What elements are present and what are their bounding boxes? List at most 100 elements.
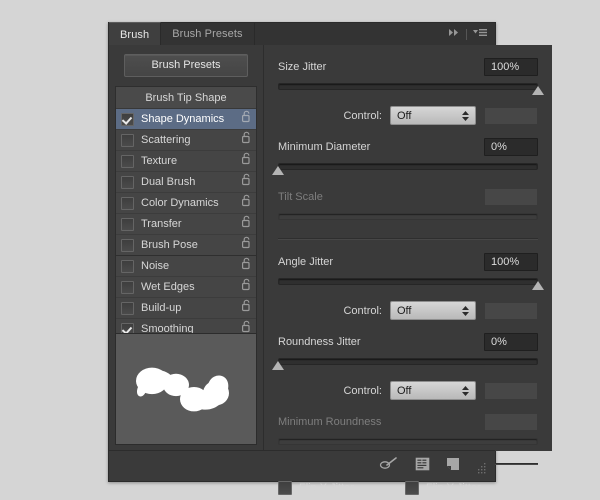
tab-brush[interactable]: Brush (109, 22, 161, 45)
list-item-label: Scattering (141, 134, 241, 146)
brush-presets-button[interactable]: Brush Presets (124, 54, 248, 77)
roundness-control-value: Off (397, 385, 411, 397)
list-item-label: Transfer (141, 218, 241, 230)
new-brush-icon[interactable] (446, 457, 460, 476)
checkbox-flip-x-jitter[interactable] (278, 481, 292, 495)
flip-options: Flip X Jitter Flip Y Jitter Brush Projec… (278, 481, 538, 500)
angle-control-select[interactable]: Off (390, 301, 476, 320)
size-jitter-slider[interactable] (278, 81, 538, 95)
angle-control-value: Off (397, 305, 411, 317)
angle-jitter-row: Angle Jitter 100% (278, 252, 538, 272)
checkbox-color-dynamics[interactable] (121, 197, 134, 210)
flip-y-jitter-label: Flip Y Jitter (426, 482, 532, 494)
angle-jitter-slider[interactable] (278, 276, 538, 290)
minimum-diameter-slider[interactable] (278, 161, 538, 175)
checkbox-dual-brush[interactable] (121, 176, 134, 189)
list-item-transfer[interactable]: Transfer (116, 214, 256, 235)
list-item-color-dynamics[interactable]: Color Dynamics (116, 193, 256, 214)
roundness-jitter-slider[interactable] (278, 356, 538, 370)
double-chevron-right-icon[interactable] (447, 25, 461, 43)
angle-control-row: Control: Off (278, 301, 538, 320)
screen: Brush Brush Presets (0, 0, 600, 500)
list-item-dual-brush[interactable]: Dual Brush (116, 172, 256, 193)
list-item-build-up[interactable]: Build-up (116, 298, 256, 319)
resize-grip-icon[interactable] (476, 461, 487, 472)
presets-button-row: Brush Presets (109, 45, 263, 86)
minimum-diameter-label: Minimum Diameter (278, 141, 370, 153)
panel-menu-icon[interactable] (472, 25, 488, 43)
slider-track (278, 213, 538, 220)
angle-control-label: Control: (278, 305, 382, 317)
slider-track (278, 83, 538, 90)
list-item-label: Noise (141, 260, 241, 272)
roundness-control-label: Control: (278, 385, 382, 397)
checkbox-flip-y-jitter[interactable] (405, 481, 419, 495)
lock-open-icon[interactable] (241, 110, 252, 128)
stepper-arrows-icon (462, 111, 469, 121)
angle-jitter-value[interactable]: 100% (484, 253, 538, 271)
checkbox-noise[interactable] (121, 260, 134, 273)
checkbox-texture[interactable] (121, 155, 134, 168)
roundness-jitter-row: Roundness Jitter 0% (278, 332, 538, 352)
slider-knob[interactable] (532, 86, 544, 95)
size-jitter-value[interactable]: 100% (484, 58, 538, 76)
slider-knob[interactable] (532, 281, 544, 290)
checkbox-shape-dynamics[interactable] (121, 113, 134, 126)
brush-stroke-preview (115, 333, 257, 445)
lock-open-icon[interactable] (241, 131, 252, 149)
settings-content: Size Jitter 100% Control: Off (264, 57, 552, 500)
panel-footer (109, 450, 495, 481)
size-control-select[interactable]: Off (390, 106, 476, 125)
minimum-diameter-value[interactable]: 0% (484, 138, 538, 156)
brush-presets-grid-icon[interactable] (415, 457, 430, 476)
lock-open-icon[interactable] (241, 173, 252, 191)
checkbox-brush-pose[interactable] (121, 239, 134, 252)
lock-open-icon[interactable] (241, 257, 252, 275)
lock-open-icon[interactable] (241, 278, 252, 296)
list-item-shape-dynamics[interactable]: Shape Dynamics (116, 109, 256, 130)
brush-preview-toggle-icon[interactable] (379, 457, 399, 476)
lock-open-icon[interactable] (241, 299, 252, 317)
slider-knob[interactable] (272, 166, 284, 175)
lock-open-icon[interactable] (241, 194, 252, 212)
size-control-extra-field (484, 107, 538, 125)
dynamics-settings-pane: Size Jitter 100% Control: Off (264, 45, 552, 451)
lock-open-icon[interactable] (241, 215, 252, 233)
lock-open-icon[interactable] (241, 236, 252, 254)
brush-tip-shape-header[interactable]: Brush Tip Shape (116, 87, 256, 109)
list-item-label: Color Dynamics (141, 197, 241, 209)
stepper-arrows-icon (462, 386, 469, 396)
list-item-wet-edges[interactable]: Wet Edges (116, 277, 256, 298)
size-jitter-label: Size Jitter (278, 61, 326, 73)
stepper-arrows-icon (462, 306, 469, 316)
slider-knob[interactable] (272, 361, 284, 370)
list-item-scattering[interactable]: Scattering (116, 130, 256, 151)
tab-bar-filler (255, 23, 443, 45)
checkbox-transfer[interactable] (121, 218, 134, 231)
list-item-texture[interactable]: Texture (116, 151, 256, 172)
size-jitter-row: Size Jitter 100% (278, 57, 538, 77)
panel-body: Brush Presets Brush Tip Shape Shape Dyna… (109, 45, 495, 451)
header-divider (466, 29, 467, 40)
roundness-jitter-value[interactable]: 0% (484, 333, 538, 351)
panel-tab-bar: Brush Brush Presets (109, 23, 495, 46)
minimum-roundness-slider (278, 436, 538, 450)
size-control-label: Control: (278, 110, 382, 122)
checkbox-wet-edges[interactable] (121, 281, 134, 294)
angle-jitter-label: Angle Jitter (278, 256, 333, 268)
roundness-control-select[interactable]: Off (390, 381, 476, 400)
angle-control-extra-field (484, 302, 538, 320)
list-item-noise[interactable]: Noise (116, 256, 256, 277)
size-control-row: Control: Off (278, 106, 538, 125)
tab-brush-presets-label: Brush Presets (172, 28, 242, 40)
flip-jitter-line: Flip X Jitter Flip Y Jitter (278, 481, 538, 495)
panel-header-icons (443, 23, 495, 45)
checkbox-build-up[interactable] (121, 302, 134, 315)
tab-brush-presets[interactable]: Brush Presets (161, 23, 254, 45)
tab-brush-label: Brush (120, 29, 149, 41)
roundness-jitter-label: Roundness Jitter (278, 336, 361, 348)
checkbox-scattering[interactable] (121, 134, 134, 147)
list-item-brush-pose[interactable]: Brush Pose (116, 235, 256, 256)
brush-option-list: Brush Tip Shape Shape Dynamics (115, 86, 257, 361)
lock-open-icon[interactable] (241, 152, 252, 170)
